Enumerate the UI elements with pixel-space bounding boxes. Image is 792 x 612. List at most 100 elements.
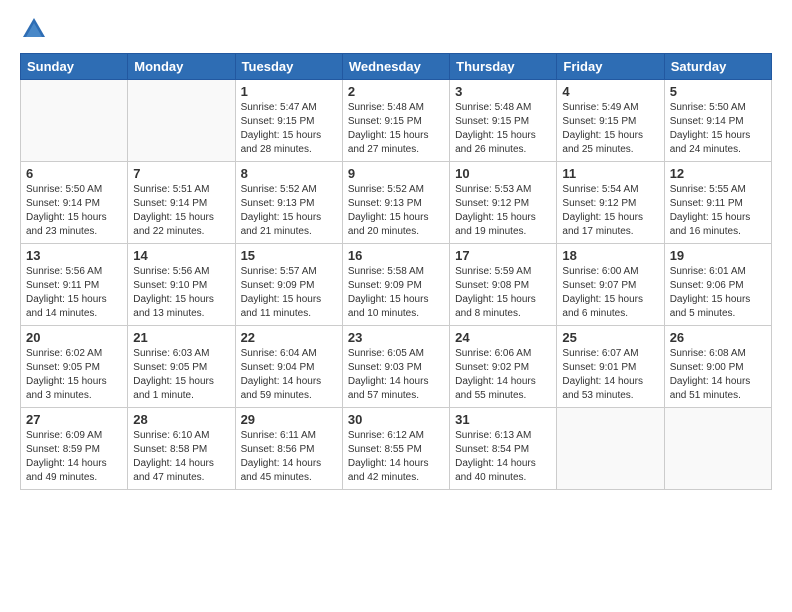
- calendar-cell: [128, 80, 235, 162]
- calendar-cell: 31 Sunrise: 6:13 AM Sunset: 8:54 PM Dayli…: [450, 408, 557, 490]
- day-number: 16: [348, 248, 444, 263]
- day-info: Sunrise: 5:49 AM Sunset: 9:15 PM Dayligh…: [562, 101, 658, 157]
- calendar-cell: 11 Sunrise: 5:54 AM Sunset: 9:12 PM Dayli…: [557, 162, 664, 244]
- calendar-cell: 21 Sunrise: 6:03 AM Sunset: 9:05 PM Dayli…: [128, 326, 235, 408]
- calendar-cell: 7 Sunrise: 5:51 AM Sunset: 9:14 PM Daylig…: [128, 162, 235, 244]
- day-info: Sunrise: 5:51 AM Sunset: 9:14 PM Dayligh…: [133, 183, 229, 239]
- day-number: 17: [455, 248, 551, 263]
- page: SundayMondayTuesdayWednesdayThursdayFrid…: [0, 0, 792, 612]
- day-info: Sunrise: 5:54 AM Sunset: 9:12 PM Dayligh…: [562, 183, 658, 239]
- calendar-cell: 3 Sunrise: 5:48 AM Sunset: 9:15 PM Daylig…: [450, 80, 557, 162]
- calendar-header-friday: Friday: [557, 54, 664, 80]
- day-number: 19: [670, 248, 766, 263]
- day-info: Sunrise: 6:06 AM Sunset: 9:02 PM Dayligh…: [455, 347, 551, 403]
- calendar-cell: 1 Sunrise: 5:47 AM Sunset: 9:15 PM Daylig…: [235, 80, 342, 162]
- day-info: Sunrise: 6:07 AM Sunset: 9:01 PM Dayligh…: [562, 347, 658, 403]
- calendar-cell: 6 Sunrise: 5:50 AM Sunset: 9:14 PM Daylig…: [21, 162, 128, 244]
- day-number: 12: [670, 166, 766, 181]
- day-number: 20: [26, 330, 122, 345]
- calendar-cell: 19 Sunrise: 6:01 AM Sunset: 9:06 PM Dayli…: [664, 244, 771, 326]
- calendar-header-wednesday: Wednesday: [342, 54, 449, 80]
- day-info: Sunrise: 5:56 AM Sunset: 9:11 PM Dayligh…: [26, 265, 122, 321]
- day-info: Sunrise: 6:04 AM Sunset: 9:04 PM Dayligh…: [241, 347, 337, 403]
- day-number: 24: [455, 330, 551, 345]
- day-number: 8: [241, 166, 337, 181]
- logo-icon: [20, 15, 48, 43]
- day-info: Sunrise: 6:02 AM Sunset: 9:05 PM Dayligh…: [26, 347, 122, 403]
- day-number: 10: [455, 166, 551, 181]
- day-number: 6: [26, 166, 122, 181]
- calendar-cell: 24 Sunrise: 6:06 AM Sunset: 9:02 PM Dayli…: [450, 326, 557, 408]
- calendar-week-4: 20 Sunrise: 6:02 AM Sunset: 9:05 PM Dayli…: [21, 326, 772, 408]
- calendar-header-thursday: Thursday: [450, 54, 557, 80]
- day-info: Sunrise: 5:50 AM Sunset: 9:14 PM Dayligh…: [26, 183, 122, 239]
- day-number: 23: [348, 330, 444, 345]
- calendar-cell: 4Sunrise: 5:49 AM Sunset: 9:15 PM Daylig…: [557, 80, 664, 162]
- day-number: 21: [133, 330, 229, 345]
- header: [20, 15, 772, 43]
- day-info: Sunrise: 6:05 AM Sunset: 9:03 PM Dayligh…: [348, 347, 444, 403]
- day-info: Sunrise: 5:50 AM Sunset: 9:14 PM Dayligh…: [670, 101, 766, 157]
- day-number: 31: [455, 412, 551, 427]
- day-number: 9: [348, 166, 444, 181]
- calendar-cell: 23 Sunrise: 6:05 AM Sunset: 9:03 PM Dayli…: [342, 326, 449, 408]
- day-number: 7: [133, 166, 229, 181]
- day-info: Sunrise: 5:58 AM Sunset: 9:09 PM Dayligh…: [348, 265, 444, 321]
- calendar-cell: 9 Sunrise: 5:52 AM Sunset: 9:13 PM Daylig…: [342, 162, 449, 244]
- day-info: Sunrise: 6:10 AM Sunset: 8:58 PM Dayligh…: [133, 429, 229, 485]
- calendar-cell: [557, 408, 664, 490]
- day-number: 28: [133, 412, 229, 427]
- calendar-cell: 15Sunrise: 5:57 AM Sunset: 9:09 PM Dayli…: [235, 244, 342, 326]
- day-info: Sunrise: 5:52 AM Sunset: 9:13 PM Dayligh…: [348, 183, 444, 239]
- day-number: 3: [455, 84, 551, 99]
- calendar-header-sunday: Sunday: [21, 54, 128, 80]
- calendar-cell: 5Sunrise: 5:50 AM Sunset: 9:14 PM Daylig…: [664, 80, 771, 162]
- day-info: Sunrise: 5:59 AM Sunset: 9:08 PM Dayligh…: [455, 265, 551, 321]
- day-number: 11: [562, 166, 658, 181]
- calendar-week-2: 6 Sunrise: 5:50 AM Sunset: 9:14 PM Daylig…: [21, 162, 772, 244]
- calendar-week-1: 1 Sunrise: 5:47 AM Sunset: 9:15 PM Daylig…: [21, 80, 772, 162]
- day-info: Sunrise: 5:47 AM Sunset: 9:15 PM Dayligh…: [241, 101, 337, 157]
- calendar-week-3: 13Sunrise: 5:56 AM Sunset: 9:11 PM Dayli…: [21, 244, 772, 326]
- calendar-cell: 30 Sunrise: 6:12 AM Sunset: 8:55 PM Dayli…: [342, 408, 449, 490]
- calendar-cell: 28 Sunrise: 6:10 AM Sunset: 8:58 PM Dayli…: [128, 408, 235, 490]
- calendar-header-row: SundayMondayTuesdayWednesdayThursdayFrid…: [21, 54, 772, 80]
- calendar-cell: 13Sunrise: 5:56 AM Sunset: 9:11 PM Dayli…: [21, 244, 128, 326]
- day-info: Sunrise: 5:55 AM Sunset: 9:11 PM Dayligh…: [670, 183, 766, 239]
- day-info: Sunrise: 5:48 AM Sunset: 9:15 PM Dayligh…: [455, 101, 551, 157]
- calendar-cell: 27 Sunrise: 6:09 AM Sunset: 8:59 PM Dayli…: [21, 408, 128, 490]
- day-info: Sunrise: 6:00 AM Sunset: 9:07 PM Dayligh…: [562, 265, 658, 321]
- day-info: Sunrise: 6:13 AM Sunset: 8:54 PM Dayligh…: [455, 429, 551, 485]
- calendar-header-tuesday: Tuesday: [235, 54, 342, 80]
- day-info: Sunrise: 6:03 AM Sunset: 9:05 PM Dayligh…: [133, 347, 229, 403]
- day-number: 1: [241, 84, 337, 99]
- calendar-cell: 16 Sunrise: 5:58 AM Sunset: 9:09 PM Dayli…: [342, 244, 449, 326]
- day-info: Sunrise: 6:08 AM Sunset: 9:00 PM Dayligh…: [670, 347, 766, 403]
- day-number: 27: [26, 412, 122, 427]
- day-number: 15: [241, 248, 337, 263]
- calendar-cell: [664, 408, 771, 490]
- day-info: Sunrise: 5:48 AM Sunset: 9:15 PM Dayligh…: [348, 101, 444, 157]
- calendar-week-5: 27 Sunrise: 6:09 AM Sunset: 8:59 PM Dayli…: [21, 408, 772, 490]
- day-info: Sunrise: 6:12 AM Sunset: 8:55 PM Dayligh…: [348, 429, 444, 485]
- calendar-cell: 14Sunrise: 5:56 AM Sunset: 9:10 PM Dayli…: [128, 244, 235, 326]
- day-number: 25: [562, 330, 658, 345]
- day-number: 14: [133, 248, 229, 263]
- day-info: Sunrise: 6:11 AM Sunset: 8:56 PM Dayligh…: [241, 429, 337, 485]
- calendar-cell: [21, 80, 128, 162]
- calendar-cell: 8Sunrise: 5:52 AM Sunset: 9:13 PM Daylig…: [235, 162, 342, 244]
- day-info: Sunrise: 5:53 AM Sunset: 9:12 PM Dayligh…: [455, 183, 551, 239]
- calendar-cell: 12 Sunrise: 5:55 AM Sunset: 9:11 PM Dayli…: [664, 162, 771, 244]
- calendar-header-monday: Monday: [128, 54, 235, 80]
- calendar-cell: 2Sunrise: 5:48 AM Sunset: 9:15 PM Daylig…: [342, 80, 449, 162]
- logo: [20, 15, 52, 43]
- day-info: Sunrise: 6:01 AM Sunset: 9:06 PM Dayligh…: [670, 265, 766, 321]
- day-number: 30: [348, 412, 444, 427]
- calendar-table: SundayMondayTuesdayWednesdayThursdayFrid…: [20, 53, 772, 490]
- day-info: Sunrise: 6:09 AM Sunset: 8:59 PM Dayligh…: [26, 429, 122, 485]
- calendar-cell: 10 Sunrise: 5:53 AM Sunset: 9:12 PM Dayli…: [450, 162, 557, 244]
- calendar-cell: 26Sunrise: 6:08 AM Sunset: 9:00 PM Dayli…: [664, 326, 771, 408]
- calendar-cell: 29 Sunrise: 6:11 AM Sunset: 8:56 PM Dayli…: [235, 408, 342, 490]
- calendar-cell: 18Sunrise: 6:00 AM Sunset: 9:07 PM Dayli…: [557, 244, 664, 326]
- day-number: 29: [241, 412, 337, 427]
